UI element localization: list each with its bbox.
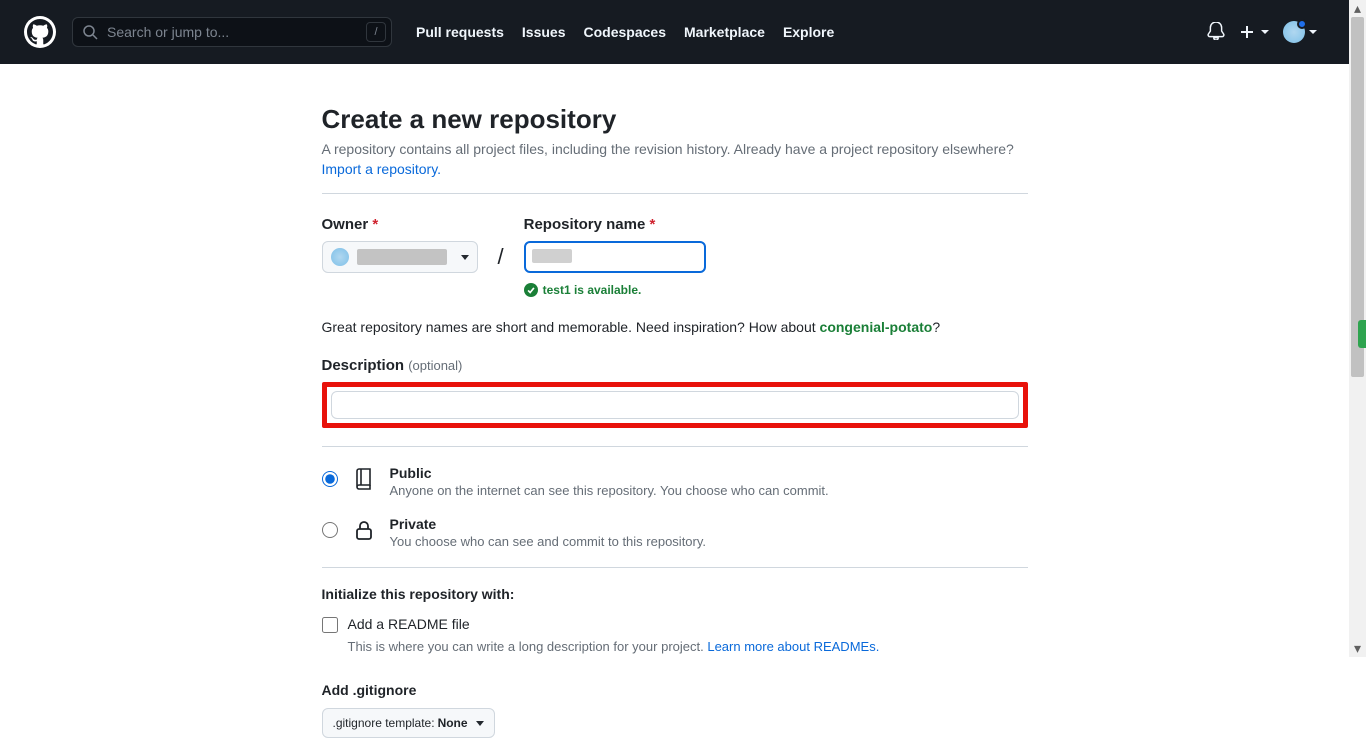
search-icon (82, 24, 98, 40)
caret-down-icon (461, 255, 469, 260)
owner-name (357, 249, 447, 265)
nav-marketplace[interactable]: Marketplace (684, 24, 765, 40)
slash-key-hint: / (366, 22, 386, 42)
nav-explore[interactable]: Explore (783, 24, 834, 40)
scroll-up-arrow-icon[interactable]: ▴ (1349, 0, 1366, 17)
visibility-private-row: Private You choose who can see and commi… (322, 516, 1028, 549)
owner-select[interactable] (322, 241, 478, 273)
repo-name-input[interactable] (524, 241, 706, 273)
status-dot-icon (1297, 19, 1307, 29)
notifications-button[interactable] (1207, 22, 1225, 43)
add-readme-checkbox[interactable] (322, 617, 338, 633)
name-inspiration-text: Great repository names are short and mem… (322, 319, 1028, 335)
gitignore-label: Add .gitignore (322, 682, 1028, 698)
readme-learn-more-link[interactable]: Learn more about READMEs. (707, 639, 879, 654)
visibility-public-title: Public (390, 465, 432, 481)
visibility-private-radio[interactable] (322, 522, 338, 538)
global-header: / Pull requests Issues Codespaces Market… (0, 0, 1349, 64)
repo-icon (352, 467, 376, 494)
initialize-section-title: Initialize this repository with: (322, 586, 1028, 602)
nav-codespaces[interactable]: Codespaces (584, 24, 666, 40)
lock-icon (352, 518, 376, 545)
caret-down-icon (476, 721, 484, 726)
owner-repo-separator: / (498, 216, 504, 270)
caret-down-icon (1309, 30, 1317, 34)
add-readme-hint: This is where you can write a long descr… (348, 639, 1028, 654)
nav-issues[interactable]: Issues (522, 24, 566, 40)
visibility-public-row: Public Anyone on the internet can see th… (322, 465, 1028, 498)
gitignore-template-select[interactable]: .gitignore template: None (322, 708, 495, 738)
nav-pull-requests[interactable]: Pull requests (416, 24, 504, 40)
new-repo-form: Create a new repository A repository con… (322, 104, 1028, 738)
caret-down-icon (1261, 30, 1269, 34)
user-avatar (1283, 21, 1305, 43)
description-label: Description (optional) (322, 357, 1028, 374)
feedback-tab[interactable] (1358, 320, 1366, 348)
user-menu[interactable] (1283, 21, 1317, 43)
check-circle-icon (524, 283, 538, 297)
create-new-menu[interactable] (1239, 24, 1269, 40)
page-subtitle: A repository contains all project files,… (322, 141, 1028, 157)
owner-label: Owner * (322, 216, 478, 233)
description-highlight-box (322, 382, 1028, 428)
import-repo-link[interactable]: Import a repository. (322, 161, 442, 177)
add-readme-label: Add a README file (348, 616, 470, 632)
header-nav: Pull requests Issues Codespaces Marketpl… (416, 24, 834, 40)
visibility-public-radio[interactable] (322, 471, 338, 487)
visibility-public-hint: Anyone on the internet can see this repo… (390, 483, 829, 498)
visibility-private-title: Private (390, 516, 437, 532)
search-input[interactable] (72, 17, 392, 47)
page-title: Create a new repository (322, 104, 1028, 135)
suggested-name-link[interactable]: congenial-potato (820, 319, 933, 335)
github-logo[interactable] (24, 16, 56, 48)
visibility-private-hint: You choose who can see and commit to thi… (390, 534, 707, 549)
availability-message: test1 is available. (524, 283, 706, 297)
mark-github-icon (27, 19, 53, 45)
owner-avatar-icon (331, 248, 349, 266)
description-input[interactable] (331, 391, 1019, 419)
global-search: / (72, 17, 392, 47)
scroll-down-arrow-icon[interactable]: ▾ (1349, 640, 1366, 657)
repo-name-label: Repository name * (524, 216, 706, 233)
